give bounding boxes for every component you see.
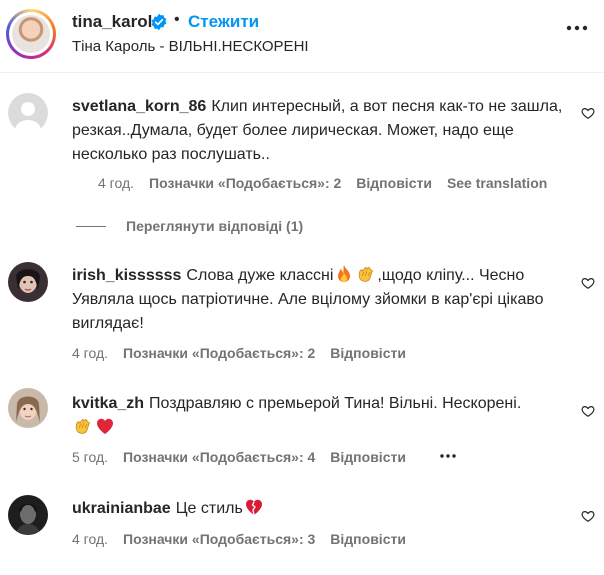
like-comment-heart-icon[interactable] (581, 404, 595, 418)
view-replies-button[interactable]: Переглянути відповіді (1) (126, 218, 303, 234)
comment-avatar[interactable] (8, 388, 48, 428)
clapping-hands-emoji-icon (359, 267, 374, 282)
comment-text: Це стиль (175, 500, 243, 517)
comment-meta: 5 год. Позначки «Подобається»: 4 Відповіст… (72, 449, 421, 465)
comment-username[interactable]: svetlana_korn_86 (72, 98, 206, 115)
like-comment-heart-icon[interactable] (581, 509, 595, 523)
clapping-hands-emoji-icon (75, 419, 90, 434)
comment-username[interactable]: irish_kissssss (72, 267, 181, 284)
header-divider (0, 72, 604, 73)
reply-button[interactable]: Відповісти (330, 345, 406, 361)
comment-text: Поздравляю с премьерой Тина! Вільні. Нес… (149, 395, 522, 412)
see-translation-button[interactable]: See translation (447, 175, 547, 191)
broken-heart-emoji-icon (245, 499, 262, 516)
comment-avatar[interactable] (8, 262, 48, 302)
comment-body: kvitka_zh Поздравляю с премьерой Тина! Ві… (72, 392, 572, 440)
more-options-icon[interactable] (566, 25, 588, 31)
header-audio-subtitle[interactable]: Тіна Кароль - ВІЛЬНІ.НЕСКОРЕНІ (72, 38, 309, 55)
comment-meta: 4 год. Позначки «Подобається»: 3 Відповіст… (72, 531, 421, 547)
comment-avatar[interactable] (8, 93, 48, 133)
comment-time[interactable]: 5 год. (72, 449, 108, 465)
reply-button[interactable]: Відповісти (356, 175, 432, 191)
comment-username[interactable]: kvitka_zh (72, 395, 144, 412)
comment-likes-count[interactable]: Позначки «Подобається»: 3 (123, 531, 315, 547)
comment-avatar[interactable] (8, 495, 48, 535)
user-avatar-photo (8, 262, 48, 302)
header-dot-separator: • (174, 11, 180, 28)
comment-more-options-icon[interactable] (439, 453, 457, 459)
like-comment-heart-icon[interactable] (581, 106, 595, 120)
comment-meta: 4 год. Позначки «Подобається»: 2 Відповіст… (98, 175, 562, 191)
comment-likes-count[interactable]: Позначки «Подобається»: 4 (123, 449, 315, 465)
header-username[interactable]: tina_karol (72, 12, 152, 32)
red-heart-emoji-icon (97, 418, 113, 434)
comment-time[interactable]: 4 год. (72, 345, 108, 361)
comment-text-part-1: Слова дуже классні (186, 267, 334, 284)
reply-button[interactable]: Відповісти (330, 449, 406, 465)
comment-likes-count[interactable]: Позначки «Подобається»: 2 (123, 345, 315, 361)
user-avatar-photo (8, 495, 48, 535)
reply-button[interactable]: Відповісти (330, 531, 406, 547)
replies-divider-line (76, 226, 106, 227)
fire-emoji-icon (338, 265, 351, 282)
comment-body: svetlana_korn_86 Клип интересный, а вот п… (72, 95, 572, 167)
comment-body: irish_kissssss Слова дуже классні ,щодо кл… (72, 264, 572, 336)
follow-button[interactable]: Стежити (188, 12, 259, 32)
comment-time[interactable]: 4 год. (98, 175, 134, 191)
default-avatar-icon (8, 93, 48, 133)
comment-time[interactable]: 4 год. (72, 531, 108, 547)
profile-avatar (12, 15, 50, 53)
user-avatar-photo (8, 388, 48, 428)
comment-likes-count[interactable]: Позначки «Подобається»: 2 (149, 175, 341, 191)
profile-avatar-story-ring[interactable] (6, 9, 56, 59)
comment-body: ukrainianbae Це стиль (72, 497, 572, 521)
comment-username[interactable]: ukrainianbae (72, 500, 171, 517)
like-comment-heart-icon[interactable] (581, 276, 595, 290)
comment-meta: 4 год. Позначки «Подобається»: 2 Відповіст… (72, 345, 421, 361)
verified-badge-icon (151, 13, 167, 31)
avatar-inner-ring (9, 12, 53, 56)
